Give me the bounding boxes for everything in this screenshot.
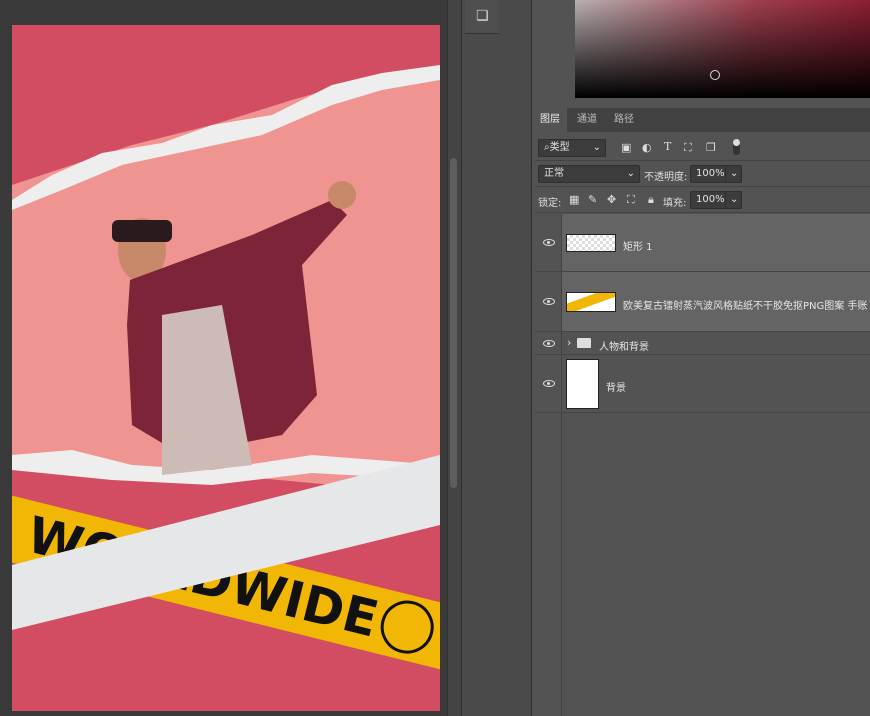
layer-thumbnail	[566, 292, 616, 312]
visibility-column	[535, 413, 562, 716]
filter-type-label: 类型	[549, 142, 570, 153]
shape-filter-icon[interactable]: ⛶	[684, 141, 692, 155]
poster-artwork: WORLDWIDE	[12, 25, 440, 711]
panel-dock-strip: ❏	[461, 0, 531, 716]
color-picker-cursor[interactable]	[710, 70, 720, 80]
panel-tabs: 图层 通道 路径	[533, 108, 870, 132]
fill-label: 填充:	[663, 198, 687, 209]
lock-move-icon[interactable]: ✥	[607, 193, 616, 206]
pixel-filter-icon[interactable]: ▣	[621, 141, 631, 154]
lock-paint-icon[interactable]: ✎	[588, 193, 597, 206]
eye-icon	[543, 298, 555, 305]
tab-paths[interactable]: 路径	[607, 108, 641, 132]
blend-mode-value: 正常	[544, 168, 564, 179]
lock-label: 锁定:	[538, 198, 562, 209]
visibility-toggle[interactable]	[535, 332, 562, 354]
fill-dropdown[interactable]: ⌄	[725, 191, 742, 209]
layers-stack-icon: ❏	[476, 8, 489, 24]
layer-name: 背景	[606, 383, 626, 394]
lock-artboard-icon[interactable]: ⛶	[627, 193, 635, 207]
layer-row-sticker[interactable]: 欧美复古镭射蒸汽波风格贴纸不干胶免抠PNG图案 手账	[535, 272, 870, 332]
libraries-button[interactable]: ❏	[465, 0, 499, 34]
filter-type-dropdown[interactable]: ⌕类型 ⌄	[538, 139, 606, 157]
layer-row-group[interactable]: › 人物和背景	[535, 332, 870, 355]
eye-icon	[543, 239, 555, 246]
layer-thumbnail	[566, 359, 599, 409]
layer-name: 矩形 1	[623, 242, 653, 253]
visibility-toggle[interactable]	[535, 355, 562, 412]
lock-row: 锁定: ▦ ✎ ✥ ⛶ 🔒︎ 填充: 100% ⌄	[535, 187, 870, 213]
opacity-label: 不透明度:	[644, 172, 688, 183]
folder-icon	[577, 338, 591, 348]
lock-transparent-icon[interactable]: ▦	[569, 193, 579, 206]
lock-all-icon[interactable]: 🔒︎	[648, 193, 654, 207]
scrollbar-thumb[interactable]	[450, 158, 457, 488]
blend-mode-dropdown[interactable]: 正常 ⌄	[538, 165, 640, 183]
filter-toggle[interactable]	[733, 139, 740, 155]
layer-row-background[interactable]: 背景	[535, 355, 870, 413]
smart-object-filter-icon[interactable]: ❐	[706, 141, 716, 154]
layer-name: 欧美复古镭射蒸汽波风格贴纸不干胶免抠PNG图案 手账	[623, 301, 868, 312]
color-picker-field[interactable]	[575, 0, 870, 98]
tab-layers[interactable]: 图层	[533, 108, 567, 132]
visibility-toggle[interactable]	[535, 214, 562, 271]
layer-thumbnail	[566, 234, 616, 252]
tab-channels[interactable]: 通道	[570, 108, 604, 132]
eye-icon	[543, 380, 555, 387]
layer-name: 人物和背景	[599, 342, 649, 353]
expand-chevron-icon[interactable]: ›	[567, 336, 571, 349]
blend-row: 正常 ⌄ 不透明度: 100% ⌄	[535, 161, 870, 187]
visibility-toggle[interactable]	[535, 272, 562, 331]
document-canvas[interactable]: WORLDWIDE	[12, 25, 440, 711]
filter-row: ⌕类型 ⌄ ▣ ◐ T ⛶ ❐	[535, 135, 870, 161]
layer-row-rectangle[interactable]: 矩形 1	[535, 214, 870, 272]
adjustment-filter-icon[interactable]: ◐	[642, 141, 652, 154]
eye-icon	[543, 340, 555, 347]
type-filter-icon[interactable]: T	[664, 140, 671, 153]
opacity-dropdown[interactable]: ⌄	[725, 165, 742, 183]
